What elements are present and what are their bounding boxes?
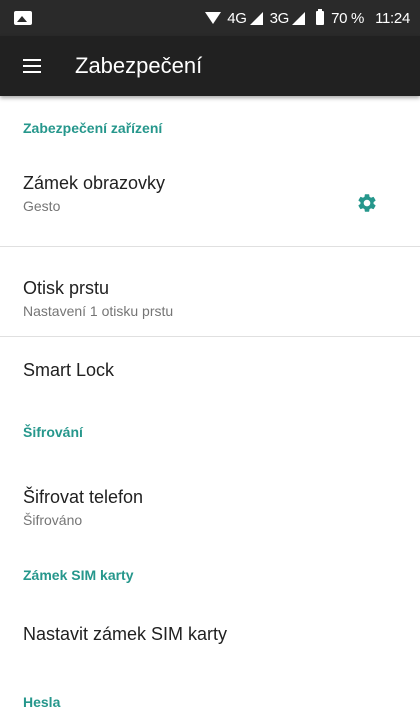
- fingerprint-item[interactable]: Otisk prstu Nastavení 1 otisku prstu: [0, 247, 420, 336]
- smart-lock-item[interactable]: Smart Lock: [0, 337, 420, 403]
- page-title: Zabezpečení: [75, 53, 203, 78]
- status-bar: 4G 3G 70 % 11:24: [0, 0, 420, 36]
- image-notification-icon: [14, 11, 32, 25]
- section-header-encryption: Šifrování: [23, 424, 83, 440]
- fingerprint-subtitle: Nastavení 1 otisku prstu: [23, 303, 174, 319]
- status-right: 4G 3G 70 % 11:24: [205, 9, 410, 27]
- status-time: 11:24: [375, 9, 410, 27]
- battery-icon: [316, 9, 325, 25]
- section-header-device-security: Zabezpečení zařízení: [23, 120, 163, 136]
- encrypt-phone-subtitle: Šifrováno: [23, 512, 83, 528]
- set-sim-lock-item[interactable]: Nastavit zámek SIM karty: [0, 603, 420, 677]
- smart-lock-title: Smart Lock: [23, 360, 115, 380]
- section-header-passwords: Hesla: [23, 694, 61, 710]
- signal-3g-icon: [292, 11, 306, 25]
- settings-list: Zabezpečení zařízení Zámek obrazovky Ges…: [0, 96, 420, 727]
- hamburger-menu-icon[interactable]: [23, 59, 41, 73]
- signal-4g-icon: [249, 11, 263, 25]
- battery-percent: 70 %: [331, 9, 365, 27]
- app-bar: Zabezpečení: [0, 36, 420, 96]
- gear-icon[interactable]: [356, 192, 378, 214]
- status-left: [14, 11, 205, 25]
- fingerprint-title: Otisk prstu: [23, 278, 110, 298]
- section-header-sim-lock: Zámek SIM karty: [23, 567, 134, 583]
- network-3g-label: 3G: [269, 9, 290, 27]
- encrypt-phone-item[interactable]: Šifrovat telefon Šifrováno: [0, 461, 420, 547]
- encrypt-phone-title: Šifrovat telefon: [23, 487, 144, 507]
- network-4g-label: 4G: [227, 9, 247, 27]
- screen-lock-title: Zámek obrazovky: [23, 173, 166, 193]
- wifi-icon: [205, 12, 222, 24]
- set-sim-lock-title: Nastavit zámek SIM karty: [23, 624, 228, 644]
- screen-lock-item[interactable]: Zámek obrazovky Gesto: [0, 160, 420, 246]
